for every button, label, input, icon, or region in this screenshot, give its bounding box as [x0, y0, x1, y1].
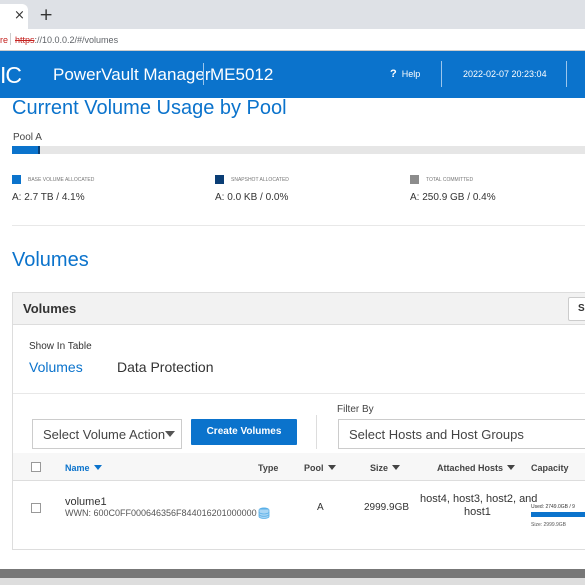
- address-bar[interactable]: re https://10.0.0.2/#/volumes: [0, 29, 585, 51]
- column-header-type[interactable]: Type: [258, 463, 278, 473]
- new-tab-icon[interactable]: +: [39, 5, 53, 25]
- legend-label: BASE VOLUME ALLOCATED: [28, 177, 95, 183]
- column-label: Size: [370, 463, 389, 473]
- row-checkbox[interactable]: [31, 503, 41, 513]
- section-divider: [12, 225, 585, 226]
- legend-value: A: 250.9 GB / 0.4%: [410, 192, 496, 203]
- sort-down-icon: [392, 465, 401, 470]
- column-label: Attached Hosts: [437, 463, 504, 473]
- chevron-down-icon: [165, 431, 175, 437]
- column-label: Pool: [304, 463, 324, 473]
- panel-title: Volumes: [23, 301, 77, 316]
- horizontal-scrollbar[interactable]: [0, 569, 585, 578]
- address-divider: [10, 33, 11, 45]
- product-name: PowerVault Manager: [53, 65, 211, 84]
- help-link[interactable]: ? Help: [390, 68, 420, 80]
- tab-data-protection[interactable]: Data Protection: [117, 359, 214, 375]
- sort-down-icon: [93, 465, 102, 470]
- system-model: ME5012: [210, 65, 274, 84]
- attached-hosts-line2: host1: [464, 506, 491, 518]
- column-label: Name: [65, 463, 90, 473]
- capacity-used-label: Used: 2749.0GB / 9: [531, 504, 575, 510]
- help-icon: ?: [390, 68, 397, 80]
- capacity-bar: [531, 512, 585, 517]
- help-label: Help: [401, 69, 421, 79]
- volumes-section-title: Volumes: [12, 249, 89, 271]
- browser-tab[interactable]: ×: [0, 4, 28, 29]
- pool-name: Pool A: [13, 132, 42, 143]
- table-header: Name Type Pool Size Attached Hosts Capac…: [13, 453, 585, 481]
- app-header: IC PowerVault Manager ME5012 ? Help 2022-…: [0, 51, 585, 98]
- filter-by-label: Filter By: [337, 404, 374, 415]
- usage-section-title: Current Volume Usage by Pool: [12, 97, 287, 119]
- capacity-bar-fill: [531, 512, 585, 517]
- capacity-size-label: Size: 2999.9GB: [531, 522, 567, 528]
- column-header-name[interactable]: Name: [65, 463, 102, 473]
- volume-name[interactable]: volume1: [65, 496, 107, 508]
- column-header-size[interactable]: Size: [370, 463, 401, 473]
- legend-swatch: [410, 175, 419, 184]
- close-tab-icon[interactable]: ×: [14, 8, 25, 23]
- url-scheme: https: [15, 35, 35, 45]
- volume-wwn: WWN: 600C0FF000646356F844016201000000: [65, 508, 257, 518]
- pool-usage-bar: [12, 146, 585, 154]
- legend-swatch: [12, 175, 21, 184]
- header-divider: [566, 61, 567, 87]
- url-rest: ://10.0.0.2/#/volumes: [34, 35, 119, 45]
- tab-volumes[interactable]: Volumes: [29, 359, 83, 375]
- column-header-attached-hosts[interactable]: Attached Hosts: [437, 463, 516, 473]
- panel-header-button[interactable]: Se: [568, 297, 585, 321]
- disk-stack-icon: [258, 507, 270, 519]
- brand-logo[interactable]: IC: [0, 62, 22, 89]
- address-url[interactable]: https://10.0.0.2/#/volumes: [15, 35, 118, 45]
- show-in-table-label: Show In Table: [29, 341, 92, 352]
- not-secure-label[interactable]: re: [0, 35, 8, 45]
- select-all-checkbox[interactable]: [31, 462, 41, 472]
- legend-swatch: [215, 175, 224, 184]
- volumes-panel: Volumes Se Show In Table Volumes Data Pr…: [12, 292, 585, 550]
- system-datetime: 2022-02-07 20:23:04: [463, 69, 547, 79]
- attached-hosts-line1: host4, host3, host2, and: [420, 493, 538, 505]
- legend-label: TOTAL COMMITTED: [426, 177, 474, 183]
- legend-value: A: 2.7 TB / 4.1%: [12, 192, 85, 203]
- panel-header: Volumes Se: [13, 293, 585, 325]
- column-header-pool[interactable]: Pool: [304, 463, 336, 473]
- browser-tab-bar: × +: [0, 0, 585, 29]
- table-row[interactable]: volume1 WWN: 600C0FF000646356F8440162010…: [13, 482, 585, 548]
- host-filter-value: Select Hosts and Host Groups: [349, 427, 524, 442]
- volume-pool: A: [317, 502, 324, 513]
- pool-usage-fill: [12, 146, 38, 154]
- toolbar-divider: [316, 415, 317, 449]
- sort-down-icon: [327, 465, 336, 470]
- panel-divider: [13, 393, 585, 394]
- legend-value: A: 0.0 KB / 0.0%: [215, 192, 289, 203]
- legend-label: SNAPSHOT ALLOCATED: [231, 177, 289, 183]
- volume-action-select[interactable]: Select Volume Action: [32, 419, 182, 449]
- volume-action-value: Select Volume Action: [43, 427, 166, 442]
- header-divider: [441, 61, 442, 87]
- host-filter-select[interactable]: Select Hosts and Host Groups: [338, 419, 585, 449]
- pool-snapshot-marker: [38, 146, 40, 154]
- status-strip: [0, 578, 585, 585]
- create-volumes-button[interactable]: Create Volumes: [191, 419, 297, 445]
- sort-down-icon: [507, 465, 516, 470]
- column-header-capacity[interactable]: Capacity: [531, 463, 569, 473]
- header-divider: [203, 63, 204, 85]
- volume-size: 2999.9GB: [364, 502, 410, 513]
